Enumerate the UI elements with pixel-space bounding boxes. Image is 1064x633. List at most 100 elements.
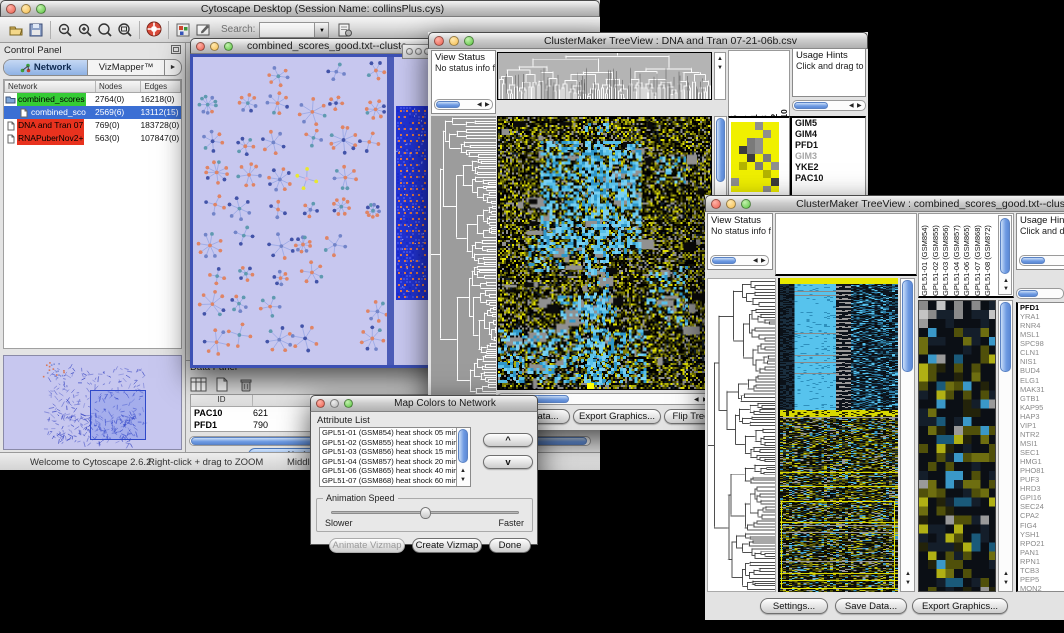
scroll-thumb[interactable] bbox=[794, 102, 828, 109]
animate-vizmap-button[interactable]: Animate Vizmap bbox=[329, 538, 405, 553]
tv1-dendrogram-spinner[interactable]: ▲ ▼ bbox=[714, 52, 726, 100]
scroll-right-icon[interactable]: ▶ bbox=[761, 258, 766, 265]
maximize-button[interactable] bbox=[224, 42, 233, 51]
tv2-column-label[interactable]: GPL51-03 (GSM856) bbox=[941, 215, 952, 296]
minimize-button[interactable] bbox=[210, 42, 219, 51]
scroll-down-icon[interactable]: ▼ bbox=[1003, 286, 1009, 293]
gene-label[interactable]: TCB3 bbox=[1018, 566, 1064, 575]
gene-label[interactable]: RNR4 bbox=[1018, 321, 1064, 330]
main-titlebar[interactable]: Cytoscape Desktop (Session Name: collins… bbox=[0, 0, 600, 17]
minimize-button[interactable] bbox=[449, 36, 459, 46]
scroll-thumb[interactable] bbox=[1021, 257, 1045, 264]
close-button[interactable] bbox=[711, 199, 721, 209]
help-ring-icon[interactable] bbox=[144, 20, 164, 39]
maximize-button[interactable] bbox=[36, 4, 46, 14]
tv1-submatrix-heatmap[interactable] bbox=[731, 122, 779, 192]
tv2-column-label[interactable]: GPL51-04 (GSM857) bbox=[952, 215, 963, 296]
network-overview-canvas[interactable] bbox=[4, 356, 181, 449]
gene-label[interactable]: PFD1 bbox=[1018, 303, 1064, 312]
table-mode-icon[interactable] bbox=[188, 375, 208, 394]
network-table-header[interactable]: Network Nodes Edges bbox=[4, 80, 181, 93]
tv1-row-label[interactable]: PFD1 bbox=[792, 140, 865, 151]
gene-label[interactable]: VIP1 bbox=[1018, 421, 1064, 430]
save-icon[interactable] bbox=[26, 20, 46, 39]
gene-label[interactable]: NTR2 bbox=[1018, 430, 1064, 439]
tv2-column-dendrogram-area[interactable] bbox=[775, 213, 917, 276]
scroll-left-icon[interactable]: ◀ bbox=[694, 397, 699, 404]
gene-label[interactable]: CLN1 bbox=[1018, 348, 1064, 357]
scroll-up-icon[interactable]: ▲ bbox=[905, 571, 911, 578]
dialog-titlebar[interactable]: Map Colors to Network bbox=[310, 395, 538, 412]
search-dropdown-icon[interactable]: ▼ bbox=[315, 22, 329, 38]
attribute-editor-icon[interactable] bbox=[335, 20, 355, 39]
gene-label[interactable]: HAP3 bbox=[1018, 412, 1064, 421]
tv2-export-graphics-button[interactable]: Export Graphics... bbox=[912, 598, 1008, 614]
gene-label[interactable]: YSH1 bbox=[1018, 530, 1064, 539]
scroll-thumb[interactable] bbox=[1000, 218, 1010, 274]
tv1-row-label[interactable]: PAC10 bbox=[792, 173, 865, 184]
minimize-button[interactable] bbox=[726, 199, 736, 209]
gene-label[interactable]: GTB1 bbox=[1018, 394, 1064, 403]
network-table-row[interactable]: DNA and Tran 07769(0)183728(0) bbox=[4, 119, 181, 132]
scroll-left-icon[interactable]: ◀ bbox=[849, 103, 854, 110]
tv2-settings-button[interactable]: Settings... bbox=[760, 598, 828, 614]
gene-label[interactable]: BUD4 bbox=[1018, 366, 1064, 375]
scroll-up-icon[interactable]: ▲ bbox=[460, 468, 466, 475]
tv1-row-label[interactable]: GIM4 bbox=[792, 129, 865, 140]
tv2-usage-hints-scrollbar[interactable] bbox=[1019, 255, 1064, 266]
tv1-row-dendrogram[interactable] bbox=[431, 116, 496, 395]
scroll-thumb[interactable] bbox=[1000, 302, 1011, 372]
gene-label[interactable]: YRA1 bbox=[1018, 312, 1064, 321]
network-table-row[interactable]: combined_sco2569(6)13112(15) bbox=[4, 106, 181, 119]
scroll-right-icon[interactable]: ▶ bbox=[485, 102, 490, 109]
tv2-zoom-heatmap[interactable] bbox=[918, 300, 996, 592]
tv1-view-status-scrollbar[interactable]: ◀ ▶ bbox=[434, 99, 493, 110]
network-table-row[interactable]: RNAPuberNov2+563(0)107847(0) bbox=[4, 132, 181, 145]
annotation-icon[interactable] bbox=[193, 20, 213, 39]
minimize-button[interactable] bbox=[21, 4, 31, 14]
tv2-global-heatmap[interactable] bbox=[778, 278, 898, 592]
tv2-save-data-button[interactable]: Save Data... bbox=[835, 598, 907, 614]
tv2-column-label[interactable]: GPL51-06 (GSM865) bbox=[962, 215, 973, 296]
gene-label[interactable]: FIG4 bbox=[1018, 521, 1064, 530]
close-button[interactable] bbox=[434, 36, 444, 46]
zoom-in-icon[interactable] bbox=[75, 20, 95, 39]
attribute-list-item[interactable]: GPL51-02 (GSM855) heat shock 10 min bbox=[320, 438, 456, 448]
gene-label[interactable]: SEC24 bbox=[1018, 502, 1064, 511]
scroll-left-icon[interactable]: ◀ bbox=[753, 258, 758, 265]
tv2-column-label[interactable]: GPL51-07 (GSM868) bbox=[973, 215, 984, 296]
gene-label[interactable]: PAN1 bbox=[1018, 548, 1064, 557]
maximize-button[interactable] bbox=[344, 399, 353, 408]
gene-label[interactable]: CPA2 bbox=[1018, 511, 1064, 520]
scroll-thumb[interactable] bbox=[436, 101, 460, 108]
tv1-export-graphics-button[interactable]: Export Graphics... bbox=[573, 409, 661, 424]
scroll-right-icon[interactable]: ▶ bbox=[857, 103, 862, 110]
close-button[interactable] bbox=[406, 48, 413, 55]
scroll-thumb[interactable] bbox=[902, 280, 913, 372]
attribute-list-item[interactable]: GPL51-04 (GSM857) heat shock 20 min bbox=[320, 457, 456, 467]
tv2-labels-scrollbar[interactable]: ▲ ▼ bbox=[998, 215, 1012, 295]
zoom-out-icon[interactable] bbox=[55, 20, 75, 39]
scroll-thumb[interactable] bbox=[716, 118, 725, 182]
open-file-icon[interactable] bbox=[6, 20, 26, 39]
animation-speed-slider[interactable] bbox=[331, 511, 519, 514]
gene-label[interactable]: PHO81 bbox=[1018, 466, 1064, 475]
scroll-thumb[interactable] bbox=[712, 257, 736, 264]
tv2-gene-hscrollbar[interactable] bbox=[1016, 288, 1064, 299]
gene-label[interactable]: ELG1 bbox=[1018, 376, 1064, 385]
search-input[interactable] bbox=[259, 22, 315, 38]
gene-label[interactable]: SPC98 bbox=[1018, 339, 1064, 348]
scroll-down-icon[interactable]: ▼ bbox=[905, 580, 911, 587]
zoom-selected-icon[interactable] bbox=[95, 20, 115, 39]
tv2-zoom-vscrollbar[interactable]: ▲ ▼ bbox=[998, 300, 1013, 592]
tv2-row-dendrogram[interactable] bbox=[707, 278, 776, 592]
tv1-row-label[interactable]: YKE2 bbox=[792, 162, 865, 173]
gene-label[interactable]: NIS1 bbox=[1018, 357, 1064, 366]
float-panel-icon[interactable] bbox=[171, 41, 181, 59]
gene-label[interactable]: GPI16 bbox=[1018, 493, 1064, 502]
gene-label[interactable]: PEP5 bbox=[1018, 575, 1064, 584]
gene-label[interactable]: HRD3 bbox=[1018, 484, 1064, 493]
tabs-overflow-button[interactable]: ► bbox=[165, 60, 181, 75]
tv1-row-label[interactable]: GIM5 bbox=[792, 118, 865, 129]
scroll-left-icon[interactable]: ◀ bbox=[477, 102, 482, 109]
